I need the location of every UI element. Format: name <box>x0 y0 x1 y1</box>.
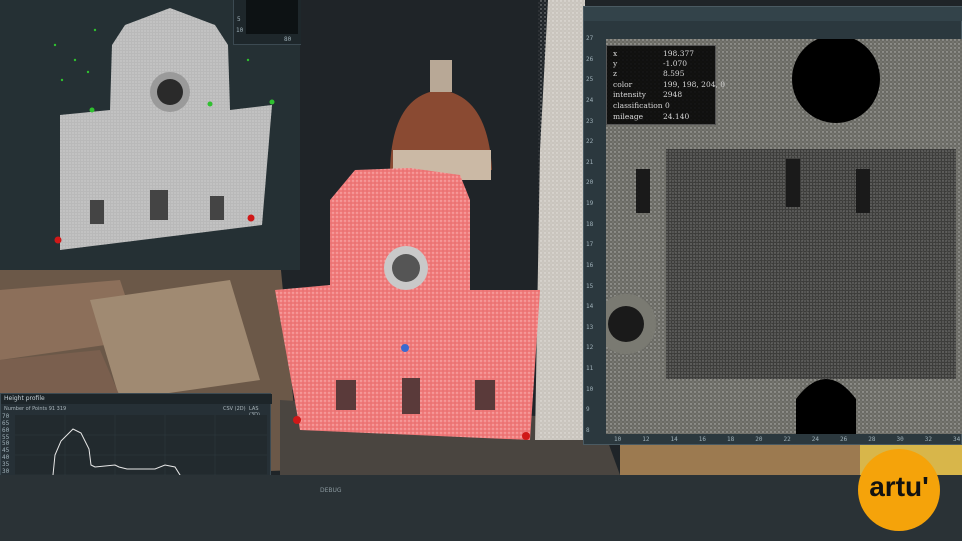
info-row-mileage: mileage 24.140 <box>613 112 690 121</box>
detail-view-x-tick: 28 <box>868 436 876 443</box>
detail-view-y-tick: 9 <box>586 406 590 414</box>
detail-view-y-tick: 19 <box>586 200 594 208</box>
detail-view-x-axis: 10 12 14 16 18 20 22 24 26 28 30 32 34 <box>614 436 962 446</box>
detail-view-x-tick: 32 <box>924 436 932 443</box>
detail-view-y-tick: 17 <box>586 241 594 249</box>
height-profile-titlebar[interactable]: Height profile <box>1 394 272 404</box>
export-csv-button[interactable]: CSV (2D) <box>223 406 246 412</box>
mini-chart-y-tick: 10 <box>236 27 244 34</box>
detail-view-y-tick: 10 <box>586 385 594 393</box>
mini-chart: 5 10 80 <box>233 0 301 45</box>
detail-view-x-tick: 10 <box>614 436 622 443</box>
detail-view-y-tick: 25 <box>586 76 594 84</box>
detail-view-y-tick: 11 <box>586 365 594 373</box>
detail-view-x-tick: 34 <box>953 436 961 443</box>
detail-view-x-tick: 20 <box>755 436 763 443</box>
detail-view-y-tick: 8 <box>586 427 590 434</box>
detail-view-y-tick: 26 <box>586 55 594 63</box>
detail-view-x-tick: 14 <box>670 436 678 443</box>
bottom-toolbar: DEBUG <box>0 475 962 541</box>
detail-view-y-tick: 18 <box>586 220 594 228</box>
detail-view-y-tick: 27 <box>586 35 594 42</box>
detail-view-x-tick: 18 <box>727 436 735 443</box>
detail-view-x-tick: 16 <box>698 436 706 443</box>
detail-view-y-tick: 20 <box>586 179 594 187</box>
detail-view-y-tick: 23 <box>586 117 594 125</box>
detail-view-y-axis: 27 26 25 24 23 22 21 20 19 18 17 16 15 14 13 12 11 10 9 8 <box>586 35 604 435</box>
detail-view-y-tick: 24 <box>586 96 594 104</box>
info-row-classification: classification 0 <box>613 101 670 110</box>
mini-chart-plot <box>246 0 298 34</box>
artu-logo: artu' <box>858 449 940 531</box>
detail-view-y-tick: 12 <box>586 344 594 352</box>
detail-view-y-tick: 21 <box>586 158 594 166</box>
detail-view-y-tick: 15 <box>586 282 594 290</box>
detail-view-x-tick: 30 <box>896 436 904 443</box>
detail-view-x-tick: 22 <box>783 436 791 443</box>
artu-logo-text: artu' <box>869 471 929 502</box>
mini-chart-x-tick: 80 <box>284 36 292 43</box>
detail-view-titlebar[interactable] <box>584 7 962 21</box>
detail-view-y-tick: 16 <box>586 261 594 269</box>
height-profile-title: Height profile <box>4 395 45 402</box>
point-info-tooltip: x 198.377 y -1.070 z 8.595 color 199, 198, 2… <box>606 45 726 125</box>
detail-view-x-tick: 24 <box>811 436 819 443</box>
mini-chart-y-tick: 5 <box>237 16 241 23</box>
detail-view-x-tick: 26 <box>840 436 848 443</box>
detail-view-y-tick: 22 <box>586 138 594 146</box>
height-profile-point-count: Number of Points 91 319 <box>4 406 67 412</box>
debug-tab[interactable]: DEBUG <box>320 487 342 494</box>
detail-view-x-tick: 12 <box>642 436 650 443</box>
detail-view-y-tick: 14 <box>586 303 594 311</box>
info-row-z: z 8.595 <box>613 69 685 78</box>
detail-view-y-tick: 13 <box>586 323 594 331</box>
info-row-y: y -1.070 <box>613 59 688 68</box>
info-row-intensity: intensity 2948 <box>613 90 683 99</box>
info-row-x: x 198.377 <box>613 49 695 58</box>
info-row-color: color 199, 198, 204, 0 <box>613 80 726 89</box>
overview-panel[interactable]: 5 10 80 <box>0 0 301 270</box>
